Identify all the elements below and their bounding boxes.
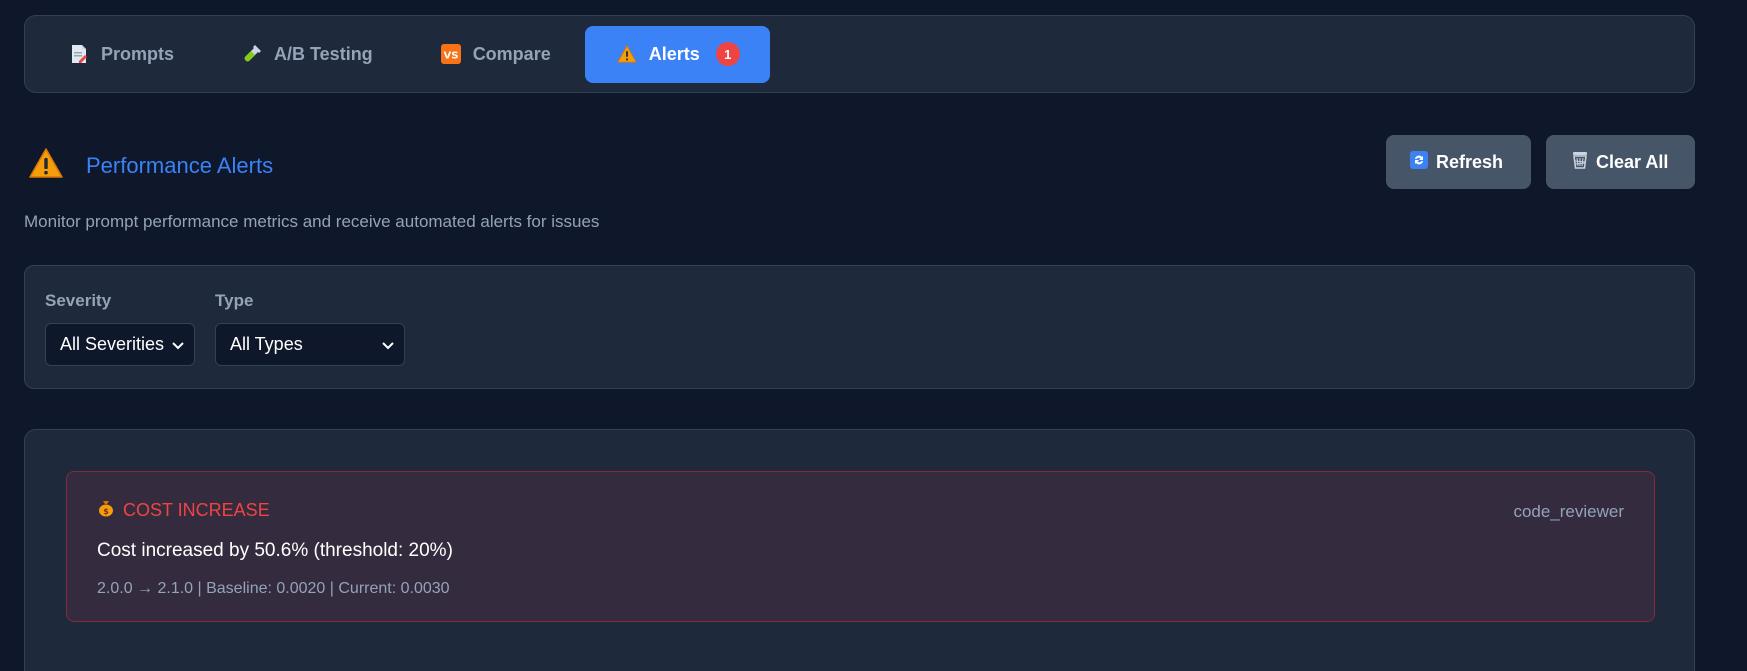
alert-message: Cost increased by 50.6% (threshold: 20%) [97,540,453,561]
type-select[interactable]: All Types [215,323,405,366]
warning-icon [28,147,64,184]
clear-all-button-label: Clear All [1596,151,1669,172]
tab-compare-label: Compare [472,43,551,64]
tab-bar: Prompts A/B Testing VS Compare Alerts 1 [24,15,1695,93]
refresh-icon [1410,150,1428,174]
type-filter: Type All Types [215,291,405,366]
page-title: Performance Alerts [86,152,274,178]
severity-select[interactable]: All Severities [45,323,195,366]
warning-icon [616,44,637,64]
tab-prompts-label: Prompts [101,43,175,64]
tab-compare[interactable]: VS Compare [407,26,585,83]
svg-text:VS: VS [443,51,458,62]
alert-type-label: COST INCREASE [123,500,270,520]
tab-alerts[interactable]: Alerts 1 [584,25,770,83]
alert-meta: 2.0.0 → 2.1.0 | Baseline: 0.0020 | Curre… [97,580,450,597]
alert-card[interactable]: $ COST INCREASE code_reviewer Cost incre… [66,471,1655,622]
type-label: Type [215,291,254,310]
alerts-count-badge: 1 [715,42,740,66]
severity-select-value: All Severities [60,334,165,354]
tab-ab-testing-label: A/B Testing [274,43,373,64]
page-subtitle: Monitor prompt performance metrics and r… [24,212,600,231]
tab-ab-testing[interactable]: A/B Testing [208,26,407,83]
alerts-panel: $ COST INCREASE code_reviewer Cost incre… [24,429,1695,671]
alert-type: $ COST INCREASE [97,499,270,522]
svg-text:$: $ [103,507,109,516]
type-select-value: All Types [230,334,303,354]
document-icon [69,44,89,64]
severity-label: Severity [45,291,112,310]
chevron-down-icon [382,334,394,355]
vs-icon: VS [440,44,461,64]
tab-prompts[interactable]: Prompts [35,26,208,83]
wastebasket-icon [1572,151,1588,174]
severity-filter: Severity All Severities [45,291,195,366]
clear-all-button[interactable]: Clear All [1546,135,1695,189]
test-tube-icon [242,44,262,64]
filters-panel: Severity All Severities Type All Types [24,265,1695,389]
money-bag-icon: $ [97,499,115,522]
tab-alerts-label: Alerts [648,43,700,64]
refresh-button-label: Refresh [1436,151,1504,172]
refresh-button[interactable]: Refresh [1386,135,1531,189]
alert-prompt-name: code_reviewer [1513,502,1624,521]
chevron-down-icon [172,334,184,355]
page-header: Performance Alerts Refresh Clear All [24,135,1695,190]
